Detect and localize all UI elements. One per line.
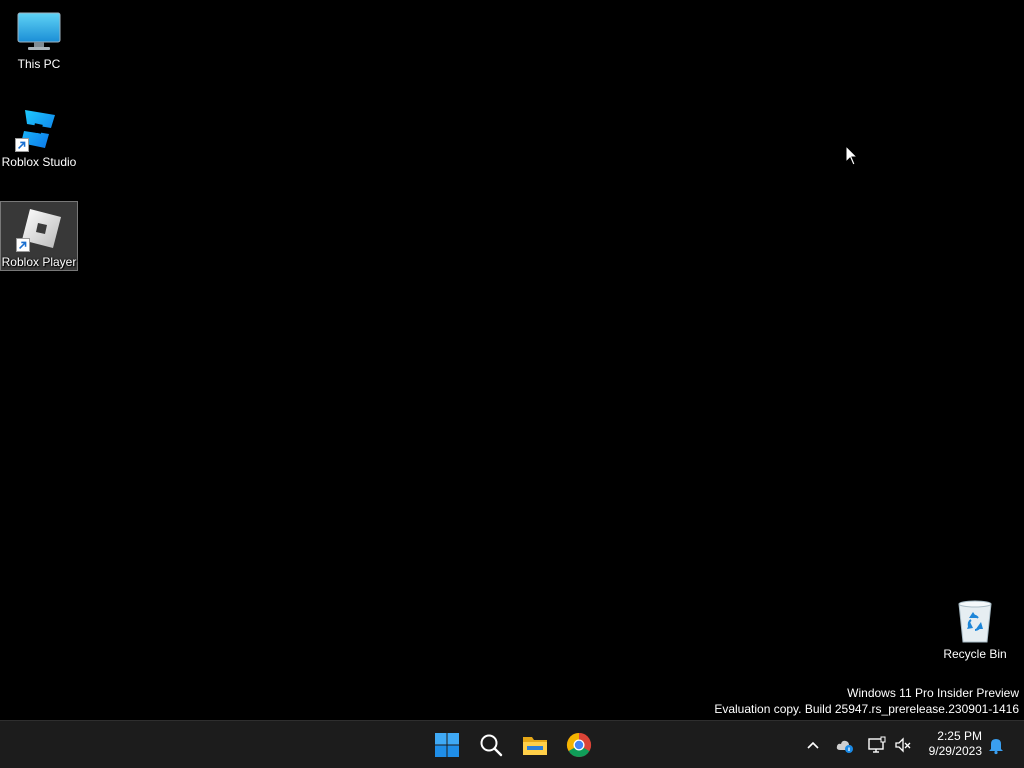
notifications-button[interactable] [986,735,1006,755]
desktop-icon-label: This PC [17,57,61,71]
desktop-icon-this-pc[interactable]: This PC [0,4,78,74]
clock[interactable]: 2:25 PM 9/29/2023 [929,729,982,759]
mouse-cursor-icon [845,145,859,166]
chevron-up-icon [807,741,819,749]
windows-start-icon [435,733,459,757]
shortcut-arrow-icon [16,238,30,252]
start-button[interactable] [430,728,464,762]
chrome-icon [566,733,592,758]
show-hidden-icons-button[interactable] [803,735,823,755]
network-icon [868,736,886,753]
taskbar: 2:25 PM 9/29/2023 [0,720,1024,768]
file-explorer-button[interactable] [518,728,552,762]
bell-icon [989,739,1003,755]
recycle-bin-icon [958,600,992,643]
desktop-icon-label: Roblox Studio [1,155,77,169]
watermark-build: Evaluation copy. Build 25947.rs_prerelea… [714,702,1019,716]
clock-time: 2:25 PM [937,729,982,743]
search-icon [480,734,503,757]
network-button[interactable] [867,735,887,755]
volume-button[interactable] [893,735,913,755]
desktop-icon-label: Roblox Player [1,255,77,269]
search-button[interactable] [474,728,508,762]
clock-date: 9/29/2023 [928,744,982,758]
desktop-icon-recycle-bin[interactable]: Recycle Bin [936,594,1014,664]
onedrive-button[interactable] [835,735,855,755]
windows-watermark: Windows 11 Pro Insider Preview Evaluatio… [714,685,1019,717]
volume-muted-icon [895,737,911,753]
chrome-button[interactable] [562,728,596,762]
desktop[interactable]: This PC Roblox Studio Roblox Player Recy… [0,0,1024,720]
desktop-icon-label: Recycle Bin [943,647,1007,661]
watermark-edition: Windows 11 Pro Insider Preview [847,686,1019,700]
folder-icon [523,737,547,755]
shortcut-arrow-icon [15,138,29,152]
cloud-icon [836,740,853,753]
monitor-icon [17,12,61,50]
desktop-icon-roblox-studio[interactable]: Roblox Studio [0,102,78,172]
desktop-icon-roblox-player[interactable]: Roblox Player [0,201,78,271]
